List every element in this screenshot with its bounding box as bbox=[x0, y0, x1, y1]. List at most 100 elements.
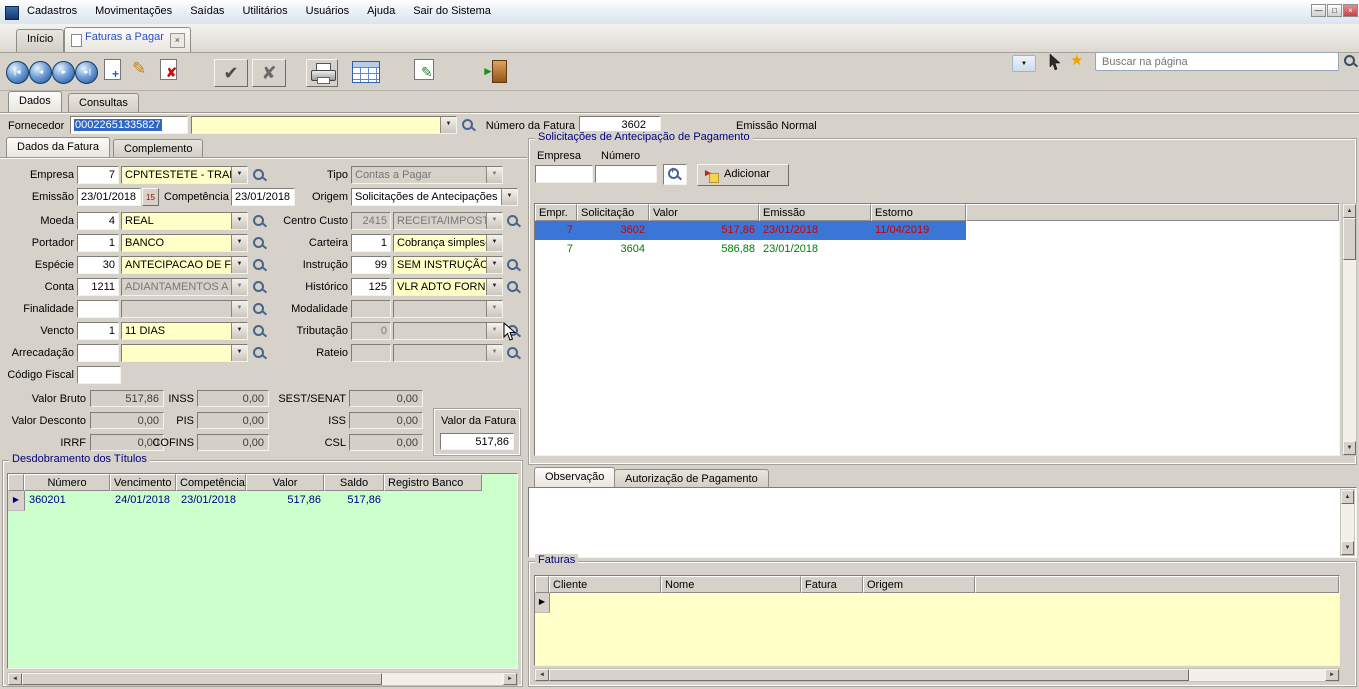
especie-code-input[interactable] bbox=[77, 256, 119, 274]
rateio-lookup-icon[interactable] bbox=[506, 346, 521, 361]
menu-movimentacoes[interactable]: Movimentações bbox=[86, 0, 181, 19]
confirm-button[interactable]: ✔ bbox=[214, 59, 248, 87]
minimize-button[interactable]: — bbox=[1311, 4, 1326, 17]
tab-consultas[interactable]: Consultas bbox=[68, 93, 139, 113]
table-row[interactable]: 7 3604 586,88 23/01/2018 bbox=[535, 240, 1339, 259]
chevron-down-icon[interactable]: ▼ bbox=[440, 117, 456, 133]
menu-sair[interactable]: Sair do Sistema bbox=[404, 0, 500, 19]
fornecedor-lookup-icon[interactable] bbox=[461, 118, 476, 133]
chevron-down-icon[interactable]: ▼ bbox=[231, 167, 247, 183]
memo-edit-button[interactable]: ✎ bbox=[414, 59, 434, 83]
print-button[interactable] bbox=[306, 59, 338, 87]
scroll-down-icon[interactable]: ▼ bbox=[1343, 441, 1356, 455]
centro-custo-lookup-icon[interactable] bbox=[506, 214, 521, 229]
fornecedor-code-input[interactable]: 00022651335827 bbox=[70, 116, 188, 134]
fornecedor-combo[interactable]: ▼ bbox=[191, 116, 457, 134]
chevron-down-icon[interactable]: ▼ bbox=[486, 235, 502, 251]
instrucao-lookup-icon[interactable] bbox=[506, 258, 521, 273]
menu-cadastros[interactable]: Cadastros bbox=[18, 0, 86, 19]
vencto-combo[interactable]: 11 DIAS ▼ bbox=[121, 322, 248, 340]
nav-first-button[interactable]: |◄ bbox=[6, 61, 29, 84]
chevron-down-icon[interactable]: ▼ bbox=[486, 257, 502, 273]
zoom-search-button[interactable]: + bbox=[663, 164, 687, 185]
empresa-combo[interactable]: CPNTESTETE - TRANSPORTE ▼ bbox=[121, 166, 248, 184]
moeda-code-input[interactable] bbox=[77, 212, 119, 230]
portador-combo[interactable]: BANCO ▼ bbox=[121, 234, 248, 252]
portador-code-input[interactable] bbox=[77, 234, 119, 252]
table-row-selected[interactable]: 7 3602 517,86 23/01/2018 11/04/2019 bbox=[535, 221, 1339, 240]
menu-ajuda[interactable]: Ajuda bbox=[358, 0, 404, 19]
chevron-down-icon[interactable]: ▼ bbox=[231, 257, 247, 273]
nav-next-button[interactable]: ► bbox=[52, 61, 75, 84]
menu-usuarios[interactable]: Usuários bbox=[297, 0, 358, 19]
cofins-field: 0,00 bbox=[197, 434, 269, 451]
adicionar-button[interactable]: ► Adicionar bbox=[697, 164, 789, 186]
vencto-code-input[interactable] bbox=[77, 322, 119, 340]
scroll-up-icon[interactable]: ▲ bbox=[1343, 204, 1356, 218]
empresa-code-input[interactable] bbox=[77, 166, 119, 184]
chevron-down-icon[interactable]: ▼ bbox=[231, 323, 247, 339]
calendar-button[interactable]: 15 bbox=[142, 188, 159, 206]
menu-saidas[interactable]: Saídas bbox=[181, 0, 233, 19]
carteira-combo[interactable]: Cobrança simples-D ▼ bbox=[393, 234, 503, 252]
chevron-down-icon[interactable]: ▼ bbox=[231, 235, 247, 251]
scroll-up-icon[interactable]: ▲ bbox=[1341, 490, 1354, 504]
arrecadacao-code-input[interactable] bbox=[77, 344, 119, 362]
tab-autorizacao-pagamento[interactable]: Autorização de Pagamento bbox=[614, 469, 769, 488]
close-button[interactable]: × bbox=[1343, 4, 1358, 17]
observacao-memo[interactable]: ▲ ▼ bbox=[528, 487, 1357, 558]
tab-faturas-a-pagar[interactable]: Faturas a Pagar × bbox=[64, 27, 191, 52]
chevron-down-icon[interactable]: ▼ bbox=[486, 279, 502, 295]
chevron-down-icon[interactable]: ▼ bbox=[231, 345, 247, 361]
tab-dados-fatura[interactable]: Dados da Fatura bbox=[6, 137, 110, 158]
instrucao-combo[interactable]: SEM INSTRUÇÃO ▼ bbox=[393, 256, 503, 274]
especie-combo[interactable]: ANTECIPACAO DE F ▼ bbox=[121, 256, 248, 274]
emissao-date-input[interactable] bbox=[77, 188, 141, 206]
scrollbar-thumb[interactable] bbox=[1343, 218, 1356, 260]
solicitacoes-vscrollbar[interactable]: ▲ ▼ bbox=[1342, 203, 1357, 456]
solicitacoes-empresa-input[interactable] bbox=[535, 165, 593, 183]
scroll-right-icon[interactable]: ► bbox=[1325, 669, 1339, 681]
chevron-down-icon[interactable]: ▼ bbox=[231, 213, 247, 229]
origem-combo[interactable]: Solicitações de Antecipações de ▼ bbox=[351, 188, 518, 206]
finalidade-code-input[interactable] bbox=[77, 300, 119, 318]
desdobramento-header-row: Número Vencimento Competência Valor Sald… bbox=[8, 474, 517, 491]
solicitacoes-numero-input[interactable] bbox=[595, 165, 657, 183]
scroll-left-icon[interactable]: ◄ bbox=[8, 673, 22, 685]
scroll-left-icon[interactable]: ◄ bbox=[535, 669, 549, 681]
tab-observacao[interactable]: Observação bbox=[534, 467, 615, 488]
historico-lookup-icon[interactable] bbox=[506, 280, 521, 295]
new-record-button[interactable]: + bbox=[104, 59, 121, 83]
faturas-hscrollbar[interactable]: ◄ ► bbox=[534, 668, 1340, 682]
table-row[interactable]: ▶ bbox=[535, 593, 1339, 613]
col-origem: Origem bbox=[863, 576, 975, 593]
tab-dados[interactable]: Dados bbox=[8, 91, 62, 113]
menu-utilitarios[interactable]: Utilitários bbox=[233, 0, 296, 19]
restore-button[interactable]: □ bbox=[1327, 4, 1342, 17]
scrollbar-thumb[interactable] bbox=[549, 669, 1189, 681]
scrollbar-thumb[interactable] bbox=[22, 673, 382, 685]
tab-inicio[interactable]: Início bbox=[16, 29, 64, 52]
irrf-label: IRRF bbox=[0, 437, 86, 449]
carteira-code-input[interactable] bbox=[351, 234, 391, 252]
moeda-combo[interactable]: REAL ▼ bbox=[121, 212, 248, 230]
instrucao-code-input[interactable] bbox=[351, 256, 391, 274]
nav-prev-button[interactable]: ◄ bbox=[29, 61, 52, 84]
observacao-vscrollbar[interactable]: ▲ ▼ bbox=[1340, 489, 1355, 556]
tab-complemento[interactable]: Complemento bbox=[113, 139, 203, 158]
nav-last-button[interactable]: ►| bbox=[75, 61, 98, 84]
desdobramento-hscrollbar[interactable]: ◄ ► bbox=[7, 672, 518, 686]
chevron-down-icon[interactable]: ▼ bbox=[501, 189, 517, 205]
cancel-button[interactable]: ✘ bbox=[252, 59, 286, 87]
scroll-down-icon[interactable]: ▼ bbox=[1341, 541, 1354, 555]
conta-code-input[interactable] bbox=[77, 278, 119, 296]
historico-code-input[interactable] bbox=[351, 278, 391, 296]
table-row[interactable]: ▶ 360201 24/01/2018 23/01/2018 517,86 51… bbox=[8, 491, 517, 511]
tab-close-icon[interactable]: × bbox=[170, 33, 185, 48]
arrecadacao-combo[interactable]: ▼ bbox=[121, 344, 248, 362]
codigo-fiscal-input[interactable] bbox=[77, 366, 121, 384]
historico-combo[interactable]: VLR ADTO FORNEC ▼ bbox=[393, 278, 503, 296]
edit-record-button[interactable]: ✎ bbox=[132, 59, 146, 79]
delete-record-button[interactable]: ✘ bbox=[160, 59, 177, 83]
scroll-right-icon[interactable]: ► bbox=[503, 673, 517, 685]
